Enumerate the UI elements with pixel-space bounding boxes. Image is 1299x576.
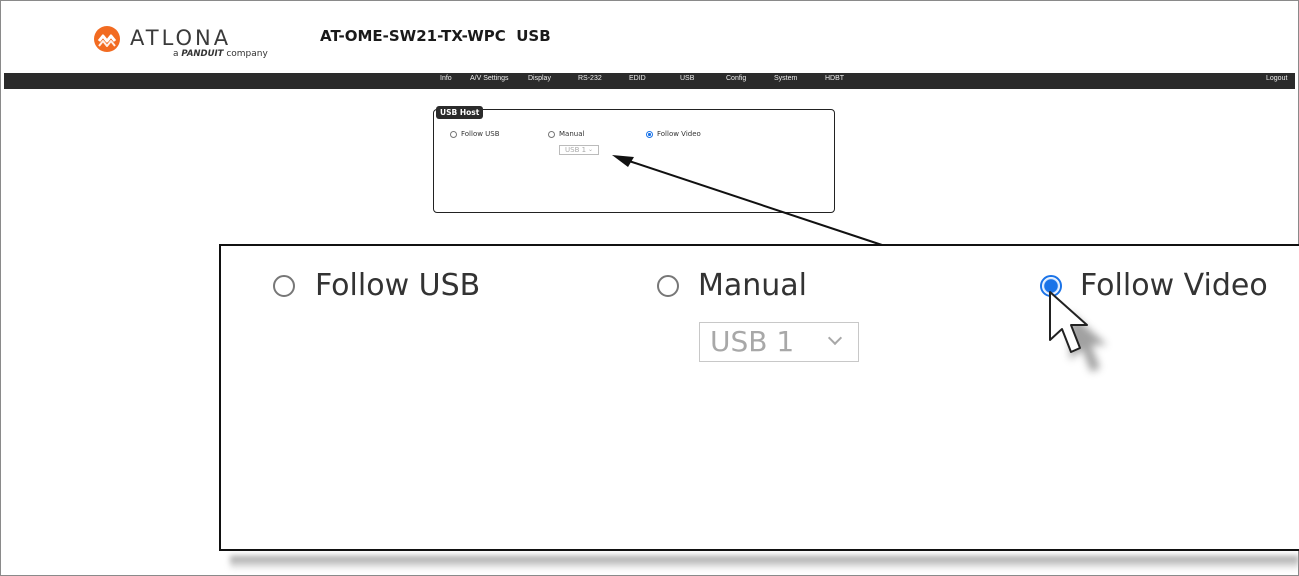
- nav-item-edid[interactable]: EDID: [629, 75, 646, 82]
- nav-item-config[interactable]: Config: [726, 75, 746, 82]
- atlona-logo: ATLONA a PANDUIT company: [92, 24, 272, 64]
- atlona-logo-icon: [94, 26, 120, 52]
- nav-item-info[interactable]: Info: [440, 75, 452, 82]
- usb-host-legend: USB Host: [436, 106, 484, 119]
- nav-item-hdbt[interactable]: HDBT: [825, 75, 844, 82]
- radio-follow-usb-zoom-label: Follow USB: [315, 268, 481, 303]
- logout-link[interactable]: Logout: [1266, 75, 1287, 82]
- chevron-down-icon: [827, 330, 843, 346]
- nav-item-rs232[interactable]: RS-232: [578, 75, 602, 82]
- logo-subtitle: a PANDUIT company: [173, 49, 268, 59]
- mouse-pointer-icon: [1049, 291, 1107, 372]
- chevron-down-icon: ⌄: [587, 146, 593, 153]
- nav-item-system[interactable]: System: [774, 75, 797, 82]
- radio-follow-usb-zoom-circle[interactable]: [273, 275, 295, 297]
- usb-select-zoom-value: USB 1: [710, 325, 795, 358]
- nav-item-usb[interactable]: USB: [680, 75, 694, 82]
- radio-follow-video[interactable]: Follow Video: [646, 130, 701, 138]
- usb-select-zoom[interactable]: USB 1: [699, 322, 859, 362]
- radio-follow-video-label: Follow Video: [657, 130, 701, 138]
- radio-follow-usb-label: Follow USB: [461, 130, 500, 138]
- usb-select-small[interactable]: USB 1 ⌄: [559, 145, 599, 155]
- product-title: AT-OME-SW21-TX-WPC USB: [320, 27, 551, 45]
- usb-select-small-value: USB 1: [565, 146, 587, 154]
- radio-follow-usb[interactable]: Follow USB: [450, 130, 500, 138]
- radio-manual[interactable]: Manual: [548, 130, 584, 138]
- radio-manual-circle[interactable]: [548, 130, 555, 138]
- nav-item-av-settings[interactable]: A/V Settings: [470, 75, 509, 82]
- radio-follow-video-circle[interactable]: [646, 130, 653, 138]
- logo-wordmark: ATLONA: [130, 26, 232, 50]
- usb-host-panel: [433, 109, 835, 213]
- radio-follow-usb-circle[interactable]: [450, 130, 457, 138]
- nav-bar: Info A/V Settings Display RS-232 EDID US…: [4, 73, 1295, 89]
- nav-item-display[interactable]: Display: [528, 75, 551, 82]
- zoom-panel-shadow: [230, 556, 1299, 570]
- radio-manual-zoom-circle[interactable]: [657, 275, 679, 297]
- radio-manual-label: Manual: [559, 130, 585, 138]
- radio-manual-zoom-label: Manual: [698, 268, 808, 303]
